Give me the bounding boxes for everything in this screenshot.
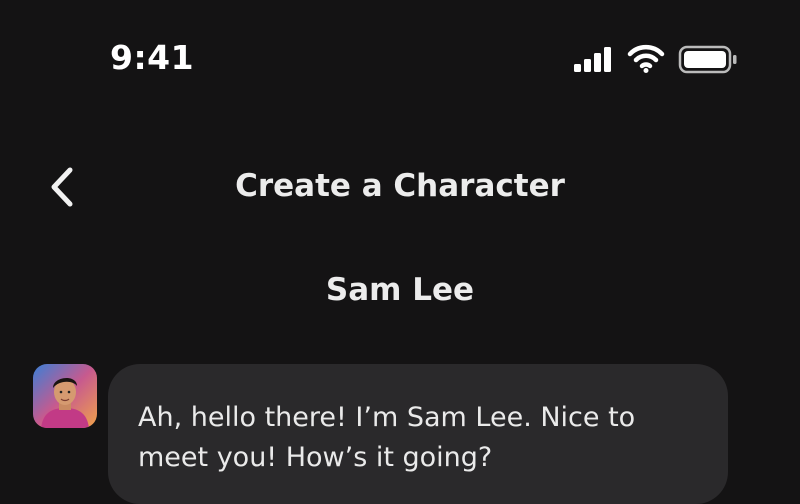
cellular-signal-icon [574, 47, 611, 72]
character-name: Sam Lee [325, 272, 475, 308]
header-bar: Create a Character [0, 150, 800, 230]
page-title: Create a Character [235, 168, 565, 204]
wifi-icon [627, 44, 665, 73]
battery-icon [678, 45, 737, 74]
message-text: Ah, hello there! I’m Sam Lee. Nice to me… [138, 402, 636, 473]
avatar[interactable] [33, 364, 97, 428]
message-bubble: Ah, hello there! I’m Sam Lee. Nice to me… [108, 364, 728, 504]
status-time: 9:41 [110, 38, 195, 77]
chat-message: Ah, hello there! I’m Sam Lee. Nice to me… [0, 362, 800, 504]
status-bar: 9:41 [0, 0, 800, 110]
